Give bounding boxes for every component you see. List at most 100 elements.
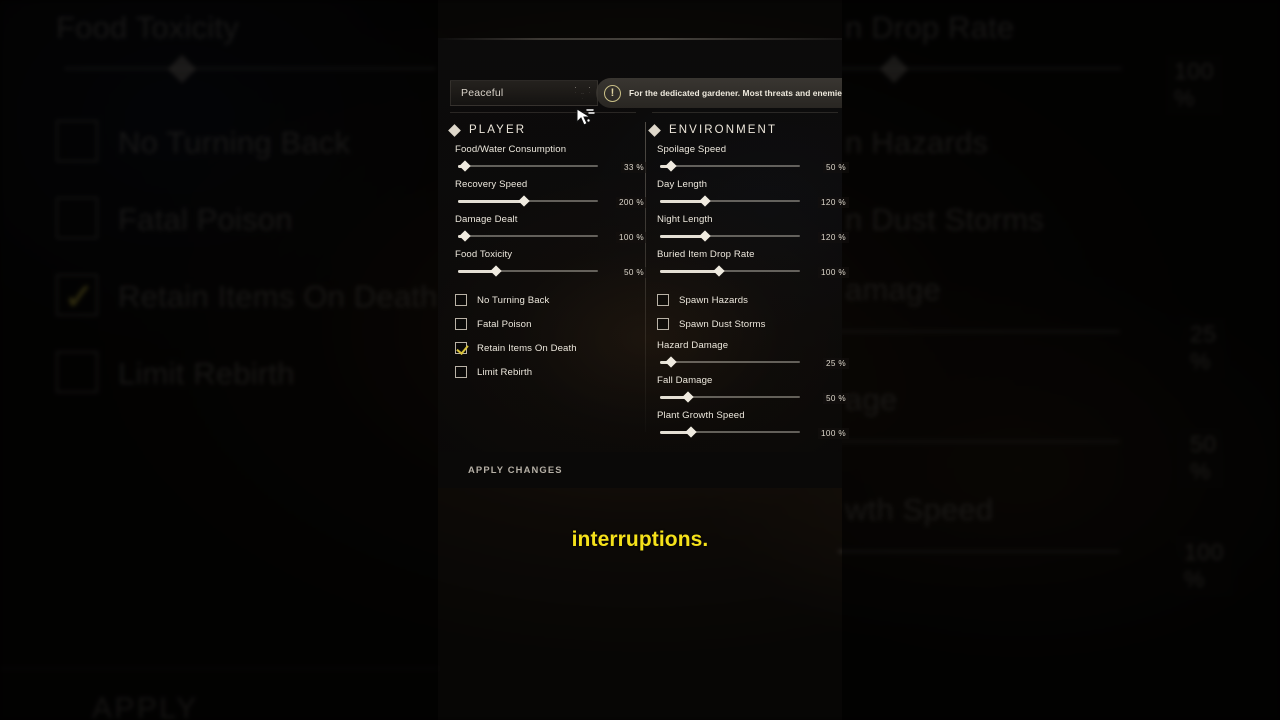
player-section-header: PLAYER — [448, 121, 527, 139]
difficulty-value: Peaceful — [461, 87, 504, 99]
setting-retain-items-on-death[interactable]: Retain Items On Death — [455, 336, 641, 360]
setting-night-length[interactable]: Night Length 120 % — [657, 214, 849, 249]
setting-value: 100 % — [818, 428, 849, 439]
player-header-rule — [450, 112, 636, 113]
bg-slider-thumb-2 — [879, 54, 909, 84]
setting-value: 33 % — [620, 162, 647, 173]
setting-value: 50 % — [620, 267, 647, 278]
bg-slider-track-2 — [832, 67, 1122, 70]
environment-header-rule — [652, 112, 838, 113]
slider-thumb[interactable] — [685, 426, 697, 438]
checkbox[interactable] — [455, 366, 467, 378]
apply-changes-button[interactable]: APPLY CHANGES — [468, 464, 563, 475]
slider-thumb[interactable] — [459, 230, 471, 242]
bg-check-tick-icon: ✓ — [64, 276, 95, 317]
bg-divider — [0, 668, 438, 669]
checkbox[interactable] — [455, 342, 467, 354]
slider-thumb[interactable] — [518, 195, 530, 207]
setting-limit-rebirth[interactable]: Limit Rebirth — [455, 360, 641, 384]
bg-label-drop-rate: n Drop Rate — [845, 10, 1015, 45]
difficulty-row: Peaceful ! For the dedicated gardener. M… — [438, 78, 842, 108]
slider[interactable] — [660, 195, 800, 207]
setting-plant-growth-speed[interactable]: Plant Growth Speed 100 % — [657, 410, 849, 445]
bg-label-limit-rebirth: Limit Rebirth — [118, 356, 295, 391]
bg-label-hazards: n Hazards — [845, 125, 989, 160]
setting-buried-item-drop-rate[interactable]: Buried Item Drop Rate 100 % — [657, 249, 849, 284]
setting-hazard-damage[interactable]: Hazard Damage 25 % — [657, 340, 849, 375]
bg-label-dust-storms: n Dust Storms — [845, 202, 1044, 237]
setting-value: 100 % — [616, 232, 647, 243]
slider-thumb[interactable] — [713, 265, 725, 277]
checkbox-label: Fatal Poison — [477, 318, 532, 330]
checkbox[interactable] — [657, 294, 669, 306]
setting-spoilage-speed[interactable]: Spoilage Speed 50 % — [657, 144, 849, 179]
checkbox-label: Spawn Hazards — [679, 294, 749, 306]
setting-label: Food/Water Consumption — [455, 144, 567, 155]
bg-label-fall-damage: age — [845, 382, 898, 417]
bg-checkbox-retain-items: ✓ — [56, 274, 98, 316]
slider-thumb[interactable] — [665, 160, 677, 172]
bg-apply-changes: APPLY CHANGES — [92, 692, 198, 720]
slider-fill — [660, 269, 719, 273]
setting-label: Recovery Speed — [455, 179, 528, 190]
setting-label: Food Toxicity — [455, 249, 513, 260]
slider-fill — [660, 199, 705, 203]
slider-thumb[interactable] — [665, 356, 677, 368]
setting-value: 25 % — [822, 358, 849, 369]
slider-thumb[interactable] — [699, 230, 711, 242]
slider[interactable] — [660, 356, 800, 368]
slider[interactable] — [660, 391, 800, 403]
setting-food-water-consumption[interactable]: Food/Water Consumption 33 % — [455, 144, 647, 179]
bg-value-fall-damage: 50 % — [1182, 428, 1225, 488]
setting-value: 100 % — [818, 267, 849, 278]
subtitle-caption: interruptions. — [571, 528, 709, 551]
slider[interactable] — [458, 230, 598, 242]
slider[interactable] — [660, 265, 800, 277]
slider[interactable] — [458, 265, 598, 277]
setting-label: Hazard Damage — [657, 340, 729, 351]
slider[interactable] — [458, 195, 598, 207]
bg-label-fatal-poison: Fatal Poison — [118, 202, 293, 237]
setting-spawn-hazards[interactable]: Spawn Hazards — [657, 288, 843, 312]
setting-spawn-dust-storms[interactable]: Spawn Dust Storms — [657, 312, 843, 336]
slider-track — [458, 235, 598, 237]
setting-no-turning-back[interactable]: No Turning Back — [455, 288, 641, 312]
setting-fall-damage[interactable]: Fall Damage 50 % — [657, 375, 849, 410]
slider-fill — [458, 199, 524, 203]
bg-label-growth-speed: wth Speed — [845, 492, 994, 527]
checkbox-label: No Turning Back — [477, 294, 550, 306]
setting-value: 50 % — [822, 162, 849, 173]
bg-slider-track — [64, 67, 436, 70]
difficulty-tooltip-text: For the dedicated gardener. Most threats… — [629, 88, 842, 98]
setting-label: Plant Growth Speed — [657, 410, 745, 421]
setting-label: Spoilage Speed — [657, 144, 727, 155]
checkbox[interactable] — [455, 294, 467, 306]
setting-day-length[interactable]: Day Length 120 % — [657, 179, 849, 214]
setting-damage-dealt[interactable]: Damage Dealt 100 % — [455, 214, 647, 249]
bg-label-food-toxicity: Food Toxicity — [56, 10, 239, 45]
slider-track — [660, 165, 800, 167]
slider[interactable] — [458, 160, 598, 172]
environment-section-header: ENVIRONMENT — [648, 121, 777, 139]
slider-thumb[interactable] — [490, 265, 502, 277]
setting-food-toxicity[interactable]: Food Toxicity 50 % — [455, 249, 647, 284]
environment-settings-column: Spoilage Speed 50 % Day Length 120 % Nig… — [657, 144, 849, 445]
checkbox-label: Spawn Dust Storms — [679, 318, 766, 330]
slider[interactable] — [660, 230, 800, 242]
setting-label: Fall Damage — [657, 375, 713, 386]
bg-checkbox-limit-rebirth — [56, 351, 98, 393]
setting-recovery-speed[interactable]: Recovery Speed 200 % — [455, 179, 647, 214]
setting-fatal-poison[interactable]: Fatal Poison — [455, 312, 641, 336]
checkbox[interactable] — [455, 318, 467, 330]
slider-thumb[interactable] — [699, 195, 711, 207]
slider[interactable] — [660, 160, 800, 172]
slider-thumb[interactable] — [459, 160, 471, 172]
slider-thumb[interactable] — [682, 391, 694, 403]
setting-label: Day Length — [657, 179, 708, 190]
slider[interactable] — [660, 426, 800, 438]
difficulty-dropdown[interactable]: Peaceful — [450, 80, 598, 106]
bg-slider-thumb — [167, 54, 197, 84]
checkbox[interactable] — [657, 318, 669, 330]
player-header-label: PLAYER — [469, 124, 527, 136]
bg-checkbox-fatal-poison — [56, 197, 98, 239]
